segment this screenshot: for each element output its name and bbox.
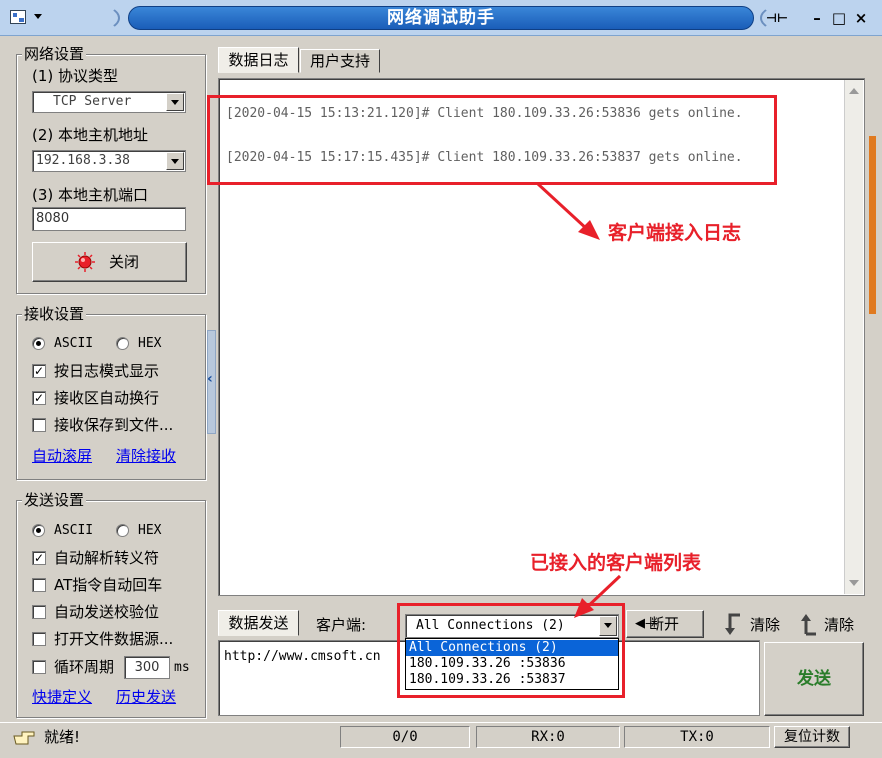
cycle-label: 循环周期 [54,658,115,676]
log-mode-checkbox[interactable]: ✓ [32,364,46,378]
close-button[interactable]: × [852,8,870,28]
toggle-connection-button[interactable]: 关闭 [32,242,187,282]
receive-ascii-label: ASCII [54,336,94,351]
clear-arrow-icon [722,612,744,636]
status-count: 0/0 [340,726,470,748]
clear-all-button[interactable]: 清除 [824,615,854,635]
clear-up-arrow-icon [798,612,820,636]
arrow-left-icon: ◀— [635,616,658,631]
save-to-file-checkbox[interactable] [32,418,46,432]
port-input[interactable]: 8080 [32,207,186,231]
history-send-link[interactable]: 历史发送 [116,687,176,707]
auto-checksum-label: 自动发送校验位 [54,603,160,621]
cycle-period-input[interactable]: 300 [124,656,170,679]
tab-data-send[interactable]: 数据发送 [218,610,299,636]
pointing-hand-icon [12,728,36,746]
save-to-file-label: 接收保存到文件... [54,416,174,434]
network-settings-legend: 网络设置 [22,45,87,63]
clear-send-button[interactable]: 清除 [750,615,780,635]
host-select[interactable]: 192.168.3.38 [32,150,186,172]
protocol-label: (1) 协议类型 [32,67,119,85]
tab-user-support[interactable]: 用户支持 [300,49,380,73]
status-light-icon [75,252,95,272]
port-label: (3) 本地主机端口 [32,186,149,204]
title-decoration-left [70,4,120,32]
panel-splitter[interactable]: ‹ [207,330,216,434]
escape-parse-label: 自动解析转义符 [54,549,160,567]
send-hex-label: HEX [138,523,162,538]
tab-data-log[interactable]: 数据日志 [218,47,299,73]
list-annotation-arrow-icon [574,574,622,618]
send-settings-legend: 发送设置 [22,491,87,509]
send-button[interactable]: 发送 [764,642,864,716]
send-ascii-radio[interactable] [32,524,45,537]
log-annotation-arrow-icon [536,182,600,240]
protocol-select[interactable]: TCP Server [32,91,186,113]
log-scrollbar[interactable] [844,80,863,594]
receive-hex-radio[interactable] [116,337,129,350]
log-mode-label: 按日志模式显示 [54,362,160,380]
receive-hex-label: HEX [138,336,162,351]
file-source-checkbox[interactable] [32,632,46,646]
status-ready: 就绪! [44,728,81,746]
auto-wrap-checkbox[interactable]: ✓ [32,391,46,405]
send-input-value: http://www.cmsoft.cn [224,649,381,664]
status-tx: TX:0 [624,726,770,748]
chevron-left-icon[interactable]: ‹ [207,371,213,387]
send-ascii-label: ASCII [54,523,94,538]
maximize-button[interactable]: □ [830,8,848,28]
scroll-down-icon[interactable] [849,580,859,586]
chevron-down-icon[interactable] [166,93,184,111]
host-value: 192.168.3.38 [36,153,130,168]
auto-scroll-link[interactable]: 自动滚屏 [32,446,92,466]
shortcut-link[interactable]: 快捷定义 [32,687,92,707]
protocol-value: TCP Server [53,94,132,109]
at-auto-return-checkbox[interactable] [32,578,46,592]
clear-receive-link[interactable]: 清除接收 [116,446,176,466]
pin-icon[interactable]: ⊣⊢ [766,8,788,28]
disconnect-button[interactable]: ◀— 断开 [626,610,704,638]
host-label: (2) 本地主机地址 [32,126,149,144]
toggle-connection-label: 关闭 [109,253,140,271]
system-menu-icon[interactable] [10,8,46,28]
log-annotation-text: 客户端接入日志 [608,222,742,244]
reset-count-button[interactable]: 复位计数 [774,726,850,748]
window-title: 网络调试助手 [387,8,495,28]
cycle-checkbox[interactable] [32,660,46,674]
escape-parse-checkbox[interactable]: ✓ [32,551,46,565]
chevron-down-icon[interactable] [166,152,184,170]
log-highlight-box [207,95,777,185]
auto-wrap-label: 接收区自动换行 [54,389,160,407]
client-label: 客户端: [316,616,367,634]
at-auto-return-label: AT指令自动回车 [54,576,163,594]
scroll-up-icon[interactable] [849,88,859,94]
minimize-button[interactable]: – [808,8,826,28]
file-source-label: 打开文件数据源... [54,630,174,648]
auto-checksum-checkbox[interactable] [32,605,46,619]
cycle-unit-label: ms [174,660,190,675]
status-rx: RX:0 [476,726,620,748]
receive-settings-legend: 接收设置 [22,305,87,323]
side-scroll-thumb[interactable] [869,136,876,314]
list-annotation-text: 已接入的客户端列表 [530,552,702,574]
receive-ascii-radio[interactable] [32,337,45,350]
send-hex-radio[interactable] [116,524,129,537]
